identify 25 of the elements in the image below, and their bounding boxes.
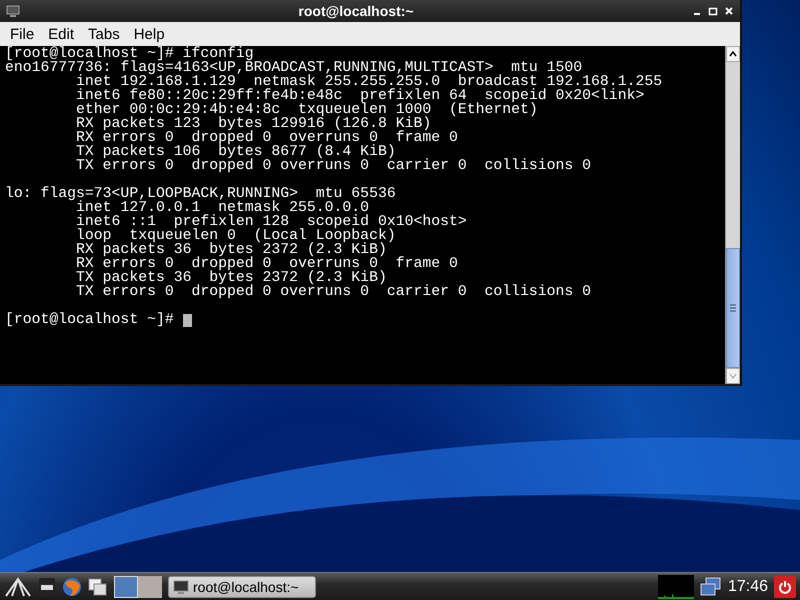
menu-item[interactable]: File xyxy=(4,26,40,42)
terminal-line: inet6 fe80::20c:29ff:fe4b:e48c prefixlen 64 scopeid 0x20<link> xyxy=(75,89,646,103)
clock[interactable]: 17:46 xyxy=(728,578,768,596)
terminal-line: TX packets 36 bytes 2372 (2.3 KiB) xyxy=(75,271,388,285)
terminal-line: inet 127.0.0.1 netmask 255.0.0.0 xyxy=(76,201,370,215)
window-title: root@localhost:~ xyxy=(297,3,415,19)
menu-item[interactable]: Edit xyxy=(42,26,80,42)
terminal-line: inet6 ::1 prefixlen 128 scopeid 0x10<host> xyxy=(75,215,468,229)
terminal-line: TX errors 0 dropped 0 overruns 0 carrier 0 collisions 0 xyxy=(75,285,592,299)
terminal-line: RX errors 0 dropped 0 overruns 0 frame 0 xyxy=(75,131,459,145)
terminal-line: RX packets 36 bytes 2372 (2.3 KiB) xyxy=(75,243,387,257)
terminal-line: RX errors 0 dropped 0 overruns 0 frame 0 xyxy=(75,257,459,271)
shell-prompt: [root@localhost ~]# xyxy=(5,313,175,327)
terminal-line: inet 192.168.1.129 netmask 255.255.255.0 broadcast 192.168.1.255 xyxy=(75,75,664,89)
terminal-line: loop txqueuelen 0 (Local Loopback) xyxy=(75,229,397,243)
terminal-line: TX packets 106 bytes 8677 (8.4 KiB) xyxy=(75,145,396,159)
terminal-line: RX packets 123 bytes 129916 (126.8 KiB) xyxy=(75,117,432,131)
menu-item[interactable]: Tabs xyxy=(82,26,126,42)
terminal-line: [root@localhost ~]# ifconfig xyxy=(5,47,254,61)
terminal-line: lo: flags=73<UP,LOOPBACK,RUNNING> mtu 65536 xyxy=(5,187,397,201)
terminal-line: ether 00:0c:29:4b:e4:8c txqueuelen 1000 (Ethernet) xyxy=(75,103,538,117)
taskbar-task[interactable]: root@localhost:~ xyxy=(168,576,316,598)
menu-item[interactable]: Help xyxy=(128,26,171,42)
terminal-line: eno16777736: flags=4163<UP,BROADCAST,RUNNING,MULTICAST> mtu 1500 xyxy=(5,61,582,75)
terminal-line: TX errors 0 dropped 0 overruns 0 carrier 0 collisions 0 xyxy=(75,159,592,173)
